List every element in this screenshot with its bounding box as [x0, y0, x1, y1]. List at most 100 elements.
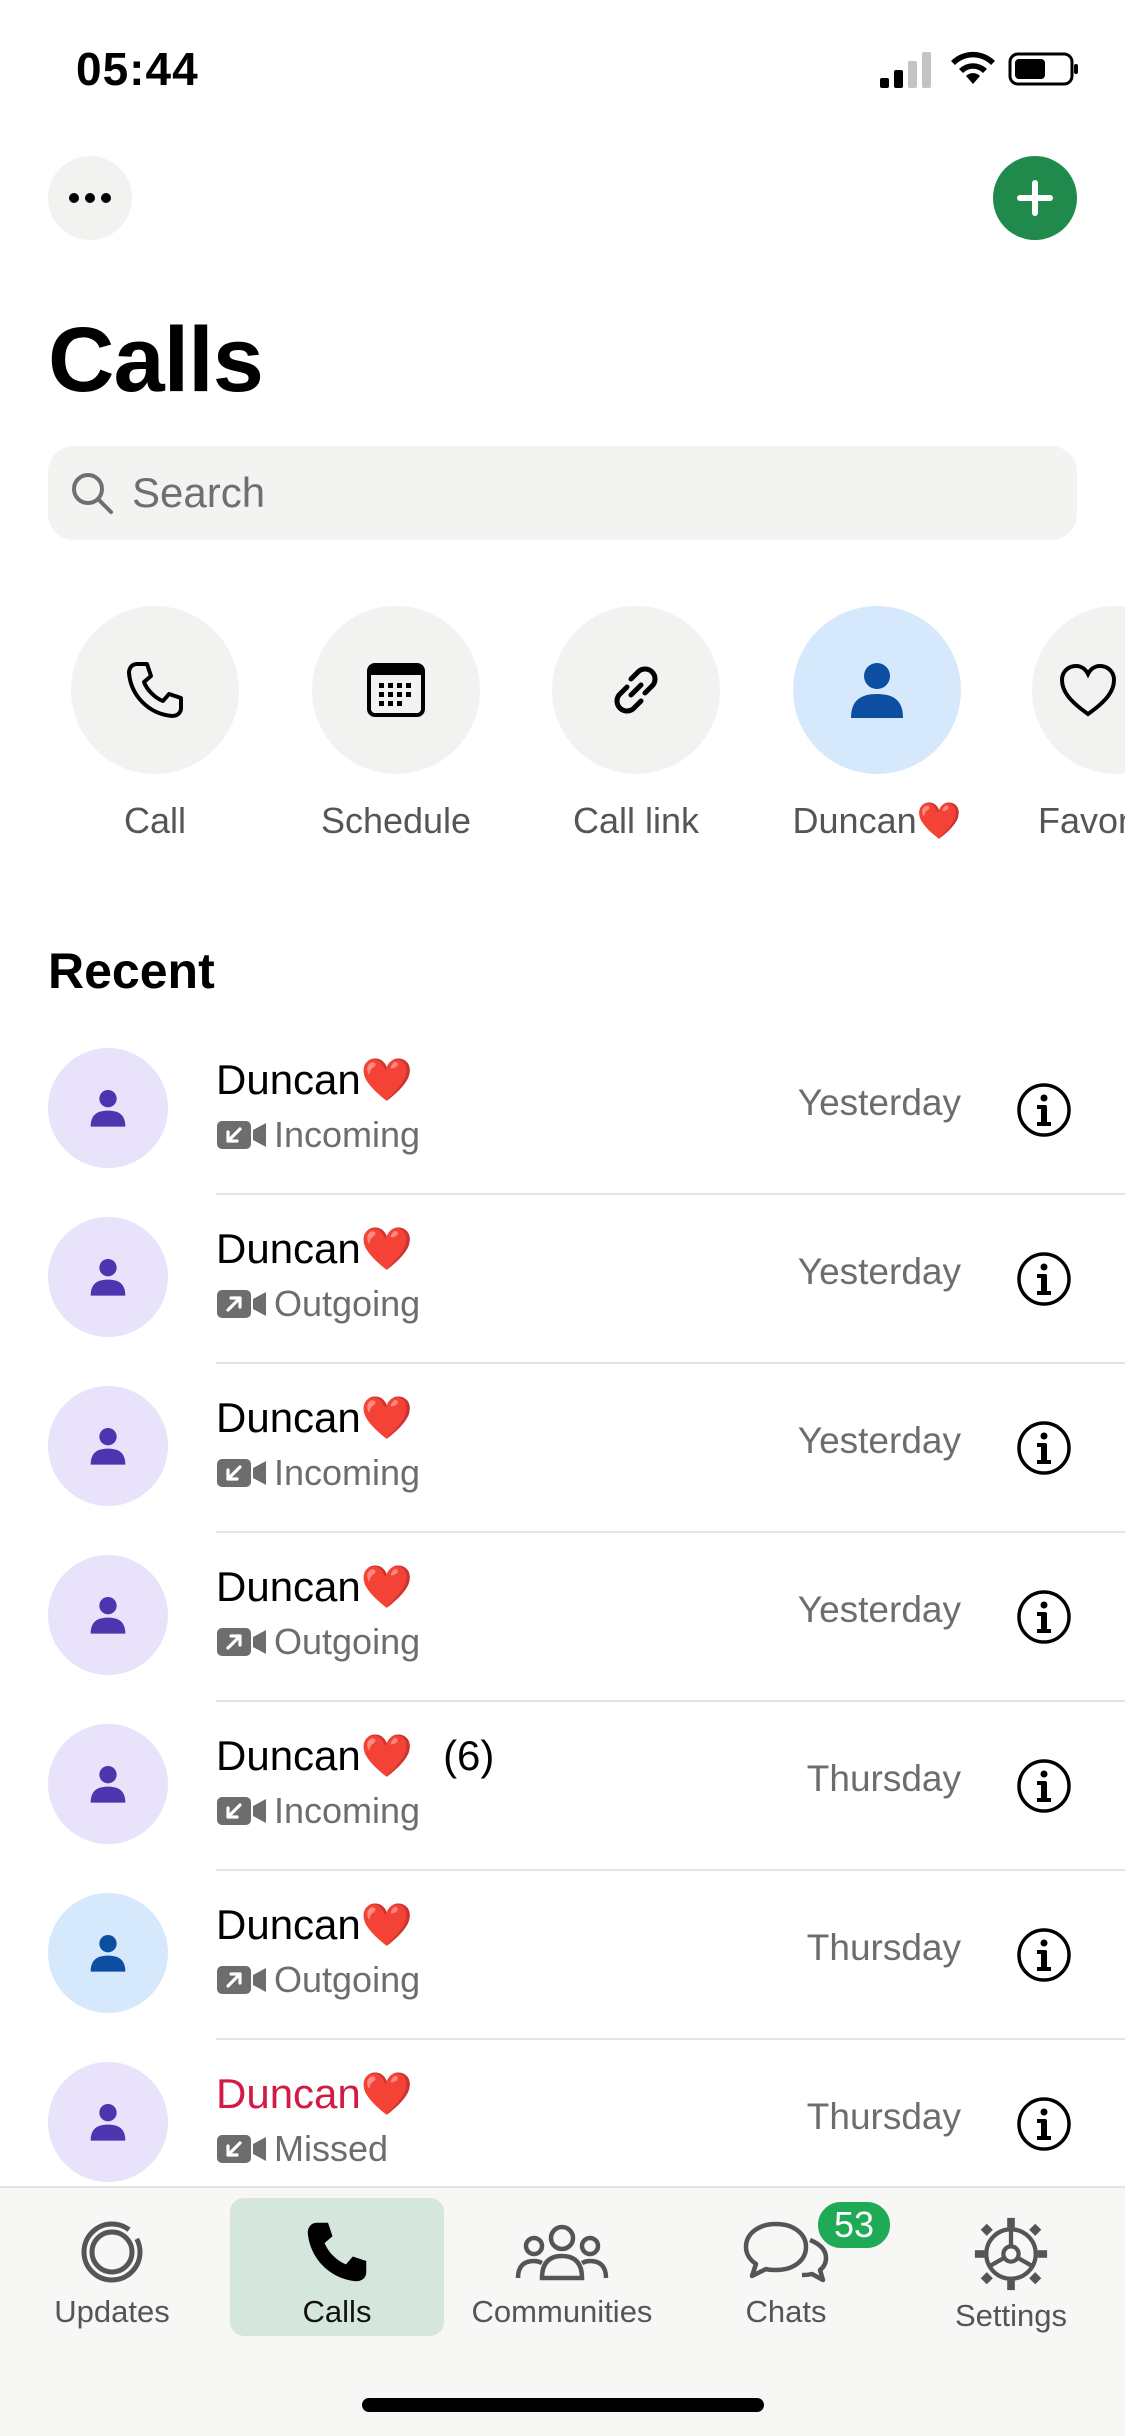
contact-name: Duncan❤️ — [216, 1056, 413, 1105]
tab-label: Updates — [54, 2294, 170, 2329]
communities-icon — [515, 2224, 609, 2281]
avatar — [48, 1724, 168, 1844]
contact-name-text: Duncan❤️ — [216, 1563, 414, 1610]
updates-icon — [81, 2221, 143, 2283]
search-input[interactable]: Search — [48, 446, 1077, 540]
status-time: 05:44 — [76, 43, 199, 95]
tab-settings[interactable]: Settings — [936, 2198, 1086, 2336]
info-icon[interactable] — [1016, 1420, 1072, 1476]
phone-filled-icon — [307, 2222, 367, 2282]
info-icon[interactable] — [1016, 2096, 1072, 2152]
info-icon[interactable] — [1016, 1082, 1072, 1138]
info-icon[interactable] — [1016, 1758, 1072, 1814]
quick-action-label: Call — [123, 800, 186, 841]
call-type-label: Missed — [274, 2128, 389, 2169]
call-time: Yesterday — [797, 1082, 961, 1123]
quick-action-label: Favorites — [1038, 800, 1125, 841]
avatar — [48, 1386, 168, 1506]
call-type: Outgoing — [216, 1621, 420, 1663]
calendar-icon — [367, 663, 425, 717]
avatar — [48, 1048, 168, 1168]
search-placeholder: Search — [132, 469, 266, 516]
call-log-row[interactable]: Duncan❤️ Outgoing Yesterday — [0, 1195, 1125, 1364]
quick-action-call[interactable]: Call — [70, 606, 240, 842]
call-time: Yesterday — [797, 1589, 961, 1630]
new-call-button[interactable] — [993, 156, 1077, 240]
call-log-row[interactable]: Duncan❤️ Incoming Yesterday — [0, 1026, 1125, 1195]
avatar — [48, 1217, 168, 1337]
chats-unread-badge: 53 — [814, 2198, 894, 2252]
quick-action-favorites[interactable]: Favorites — [1032, 606, 1125, 842]
info-icon[interactable] — [1016, 1589, 1072, 1645]
call-time: Yesterday — [797, 1420, 961, 1461]
avatar — [48, 2062, 168, 2182]
person-icon — [851, 663, 903, 718]
call-time: Yesterday — [797, 1251, 961, 1292]
call-time: Thursday — [806, 1758, 961, 1799]
person-icon — [90, 1766, 126, 1803]
outgoing-video-call-icon — [217, 1966, 266, 1994]
person-icon — [90, 2104, 126, 2141]
contact-name-text: Duncan❤️ — [216, 1394, 414, 1441]
quick-action-label: Schedule — [320, 800, 472, 841]
call-type: Incoming — [216, 1790, 420, 1832]
contact-name: Duncan❤️ — [216, 1225, 413, 1274]
call-type-label: Outgoing — [274, 1283, 421, 1324]
quick-action-label: Call link — [572, 800, 700, 841]
call-type-label: Incoming — [274, 1114, 421, 1155]
person-icon — [90, 1597, 126, 1634]
call-log-row[interactable]: Duncan❤️ Outgoing Yesterday — [0, 1533, 1125, 1702]
tab-label: Communities — [471, 2294, 653, 2329]
contact-name-text: Duncan❤️ — [216, 1901, 414, 1948]
outgoing-video-call-icon — [217, 1290, 266, 1318]
call-type: Outgoing — [216, 1283, 420, 1325]
plus-icon — [1017, 180, 1053, 216]
info-icon[interactable] — [1016, 1927, 1072, 1983]
call-log-row[interactable]: Duncan❤️ Outgoing Thursday — [0, 1871, 1125, 2040]
wifi-icon — [951, 51, 995, 84]
call-time: Thursday — [806, 2096, 961, 2137]
call-type: Outgoing — [216, 1959, 420, 2001]
contact-name: Duncan❤️ (6) — [216, 1732, 494, 1781]
ellipsis-icon — [69, 193, 111, 203]
call-type-label: Outgoing — [274, 1959, 421, 2000]
call-log-row[interactable]: Duncan❤️ (6) Incoming Thursday — [0, 1702, 1125, 1871]
contact-name-text: Duncan❤️ — [216, 1732, 414, 1779]
contact-name: Duncan❤️ — [216, 1901, 413, 1950]
battery-icon — [1008, 52, 1078, 86]
search-icon — [72, 473, 113, 514]
more-options-button[interactable] — [48, 156, 132, 240]
avatar — [48, 1893, 168, 2013]
status-bar: 05:44 — [0, 0, 1125, 140]
info-icon[interactable] — [1016, 1251, 1072, 1307]
call-log-row[interactable]: Duncan❤️ Incoming Yesterday — [0, 1364, 1125, 1533]
incoming-video-call-icon — [217, 1797, 266, 1825]
contact-name-text: Duncan❤️ — [216, 1225, 414, 1272]
person-icon — [90, 1259, 126, 1296]
contact-name-text: Duncan❤️ — [216, 2070, 414, 2117]
person-icon — [90, 1428, 126, 1465]
call-time: Thursday — [806, 1927, 961, 1968]
quick-action-call-link[interactable]: Call link — [551, 606, 721, 842]
quick-action-label: Duncan❤️ — [792, 800, 962, 841]
call-type-label: Outgoing — [274, 1621, 421, 1662]
call-type: Incoming — [216, 1452, 420, 1494]
gear-icon — [974, 2217, 1048, 2291]
contact-name-text: Duncan❤️ — [216, 1056, 414, 1103]
outgoing-video-call-icon — [217, 1628, 266, 1656]
tab-updates[interactable]: Updates — [30, 2198, 194, 2336]
quick-action-favorite-contact[interactable]: Duncan❤️ — [792, 606, 962, 842]
phone-icon — [127, 662, 183, 718]
person-icon — [90, 1935, 126, 1972]
quick-action-schedule[interactable]: Schedule — [311, 606, 481, 842]
call-log-row[interactable]: Duncan❤️ Missed Thursday — [0, 2040, 1125, 2209]
heart-icon — [1059, 663, 1117, 717]
link-icon — [614, 666, 658, 714]
call-type-label: Incoming — [274, 1452, 421, 1493]
tab-label: Calls — [302, 2294, 372, 2329]
tab-communities[interactable]: Communities — [462, 2198, 662, 2336]
tab-calls[interactable]: Calls — [230, 2198, 444, 2336]
cellular-signal-icon — [880, 52, 931, 88]
tab-bar: Updates Calls Communities Chats 53 Setti… — [0, 2186, 1125, 2436]
call-type: Missed — [216, 2128, 388, 2170]
